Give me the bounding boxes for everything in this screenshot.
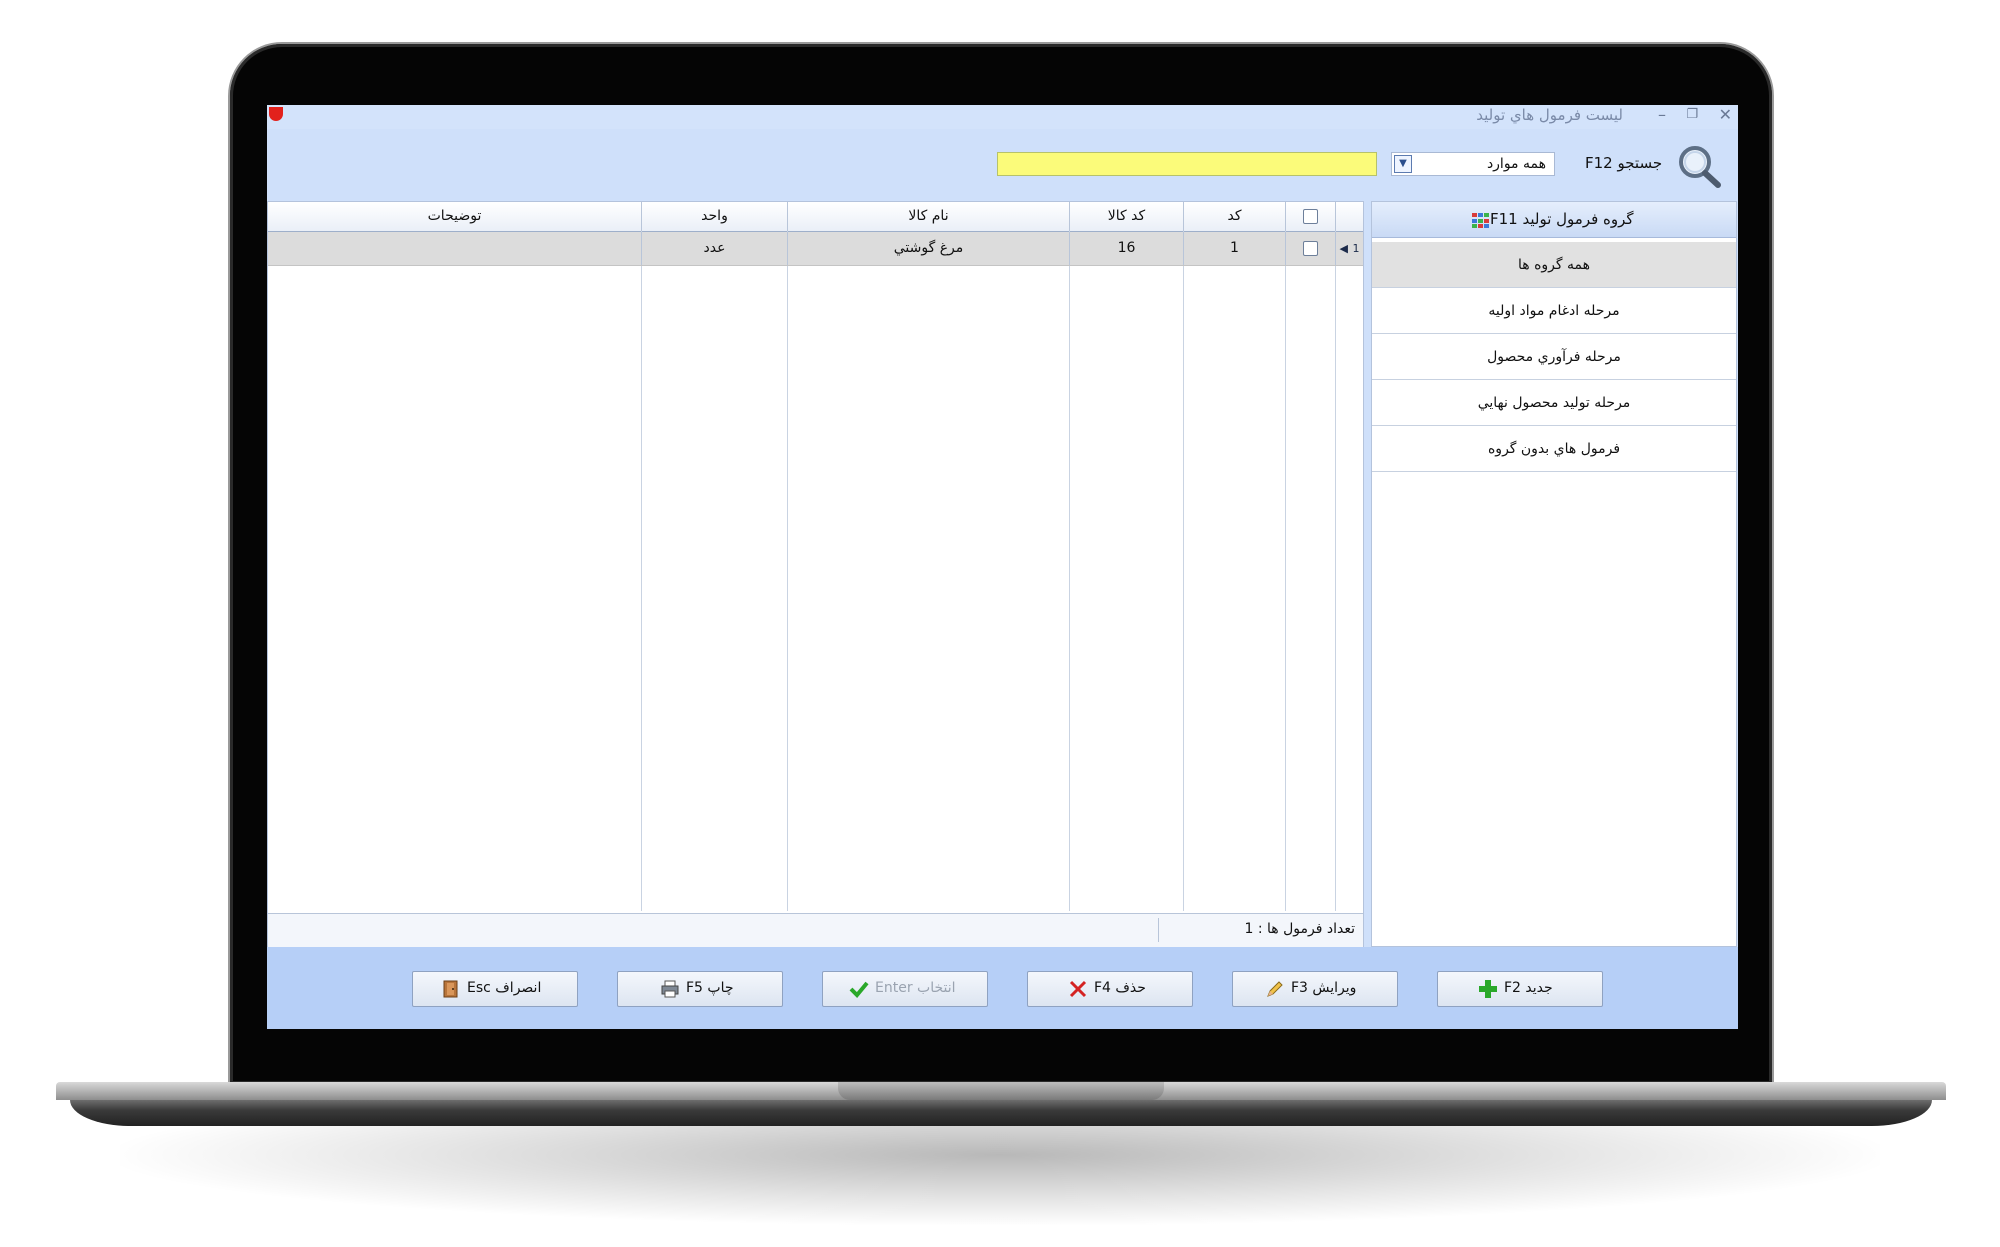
column-header-select-all[interactable] xyxy=(1285,202,1335,231)
cancel-button-label: انصراف Esc xyxy=(467,980,542,996)
column-header-item-name[interactable]: نام كالا xyxy=(787,202,1069,231)
search-scope-value: همه موارد xyxy=(1486,156,1546,172)
search-scope-select[interactable]: ▼ همه موارد xyxy=(1391,152,1555,176)
action-bar: جديد F2 ويرايش F3 حذف F4 انتخاب Enter چا… xyxy=(267,947,1738,1029)
laptop-base-bottom xyxy=(70,1100,1932,1126)
table-row[interactable]: عدد مرغ گوشتي 16 1 ◀ 1 xyxy=(268,232,1363,266)
checkmark-icon xyxy=(849,981,869,998)
search-input[interactable] xyxy=(997,152,1377,176)
group-item-all[interactable]: همه گروه ها xyxy=(1372,242,1736,288)
column-header-indicator xyxy=(1335,202,1363,231)
print-button-label: چاپ F5 xyxy=(686,980,734,996)
select-button[interactable]: انتخاب Enter xyxy=(822,971,988,1007)
column-divider xyxy=(1069,231,1070,911)
column-header-item-code[interactable]: كد كالا xyxy=(1069,202,1183,231)
cancel-button[interactable]: انصراف Esc xyxy=(412,971,578,1007)
search-icon[interactable] xyxy=(1675,143,1723,189)
print-button[interactable]: چاپ F5 xyxy=(617,971,783,1007)
group-panel-title: گروه فرمول توليد F11 xyxy=(1490,210,1634,228)
delete-button-label: حذف F4 xyxy=(1094,980,1146,996)
cell-checkbox[interactable] xyxy=(1285,232,1335,265)
row-checkbox[interactable] xyxy=(1303,240,1318,256)
new-button[interactable]: جديد F2 xyxy=(1437,971,1603,1007)
cell-item-code: 16 xyxy=(1069,232,1183,265)
cell-code: 1 xyxy=(1183,232,1285,265)
cell-item-name: مرغ گوشتي xyxy=(787,232,1069,265)
group-item-processing[interactable]: مرحله فرآوري محصول xyxy=(1372,334,1736,380)
new-button-label: جديد F2 xyxy=(1504,980,1553,996)
minimize-button[interactable]: – xyxy=(1658,105,1666,125)
close-button[interactable]: ✕ xyxy=(1719,105,1732,125)
formula-table: توضيحات واحد نام كالا كد كالا كد عدد مرغ… xyxy=(267,201,1364,947)
laptop-hinge-notch xyxy=(838,1082,1164,1100)
grid-icon xyxy=(1472,213,1490,229)
column-divider xyxy=(1335,231,1336,911)
column-divider xyxy=(641,231,642,911)
column-header-code[interactable]: كد xyxy=(1183,202,1285,231)
pencil-icon xyxy=(1267,981,1283,997)
delete-x-icon xyxy=(1069,980,1087,998)
cell-description xyxy=(268,232,641,265)
maximize-button[interactable]: ❐ xyxy=(1686,105,1698,125)
exit-door-icon xyxy=(443,980,458,998)
column-header-unit[interactable]: واحد xyxy=(641,202,787,231)
app-logo-icon xyxy=(269,107,283,121)
table-footer: تعداد فرمول ها : 1 xyxy=(268,913,1363,947)
search-bar: ▼ همه موارد جستجو F12 xyxy=(267,135,1738,193)
row-indicator: ◀ 1 xyxy=(1335,232,1363,265)
footer-divider xyxy=(1158,918,1159,942)
delete-button[interactable]: حذف F4 xyxy=(1027,971,1193,1007)
select-button-label: انتخاب Enter xyxy=(875,980,956,996)
group-panel-header[interactable]: گروه فرمول توليد F11 xyxy=(1372,202,1736,238)
group-item-raw-materials[interactable]: مرحله ادغام مواد اوليه xyxy=(1372,288,1736,334)
column-header-description[interactable]: توضيحات xyxy=(268,202,641,231)
app-window: ليست فرمول هاي توليد – ❐ ✕ ▼ همه موارد ج… xyxy=(267,105,1738,1029)
printer-icon xyxy=(661,980,679,998)
group-item-ungrouped[interactable]: فرمول هاي بدون گروه xyxy=(1372,426,1736,472)
table-header: توضيحات واحد نام كالا كد كالا كد xyxy=(268,202,1363,232)
row-number: 1 xyxy=(1352,242,1360,255)
edit-button[interactable]: ويرايش F3 xyxy=(1232,971,1398,1007)
row-pointer-icon: ◀ xyxy=(1339,242,1348,255)
edit-button-label: ويرايش F3 xyxy=(1291,980,1357,996)
column-divider xyxy=(1285,231,1286,911)
window-title: ليست فرمول هاي توليد xyxy=(1476,106,1623,124)
select-all-checkbox[interactable] xyxy=(1303,208,1318,224)
title-bar: ليست فرمول هاي توليد – ❐ ✕ xyxy=(267,105,1738,129)
formula-group-panel: گروه فرمول توليد F11 همه گروه ها مرحله ا… xyxy=(1371,201,1737,947)
plus-icon xyxy=(1479,980,1497,998)
formula-count: تعداد فرمول ها : 1 xyxy=(1244,921,1355,937)
chevron-down-icon[interactable]: ▼ xyxy=(1394,155,1412,173)
group-item-final-product[interactable]: مرحله توليد محصول نهايي xyxy=(1372,380,1736,426)
column-divider xyxy=(787,231,788,911)
search-label: جستجو F12 xyxy=(1585,154,1663,172)
cell-unit: عدد xyxy=(641,232,787,265)
column-divider xyxy=(1183,231,1184,911)
